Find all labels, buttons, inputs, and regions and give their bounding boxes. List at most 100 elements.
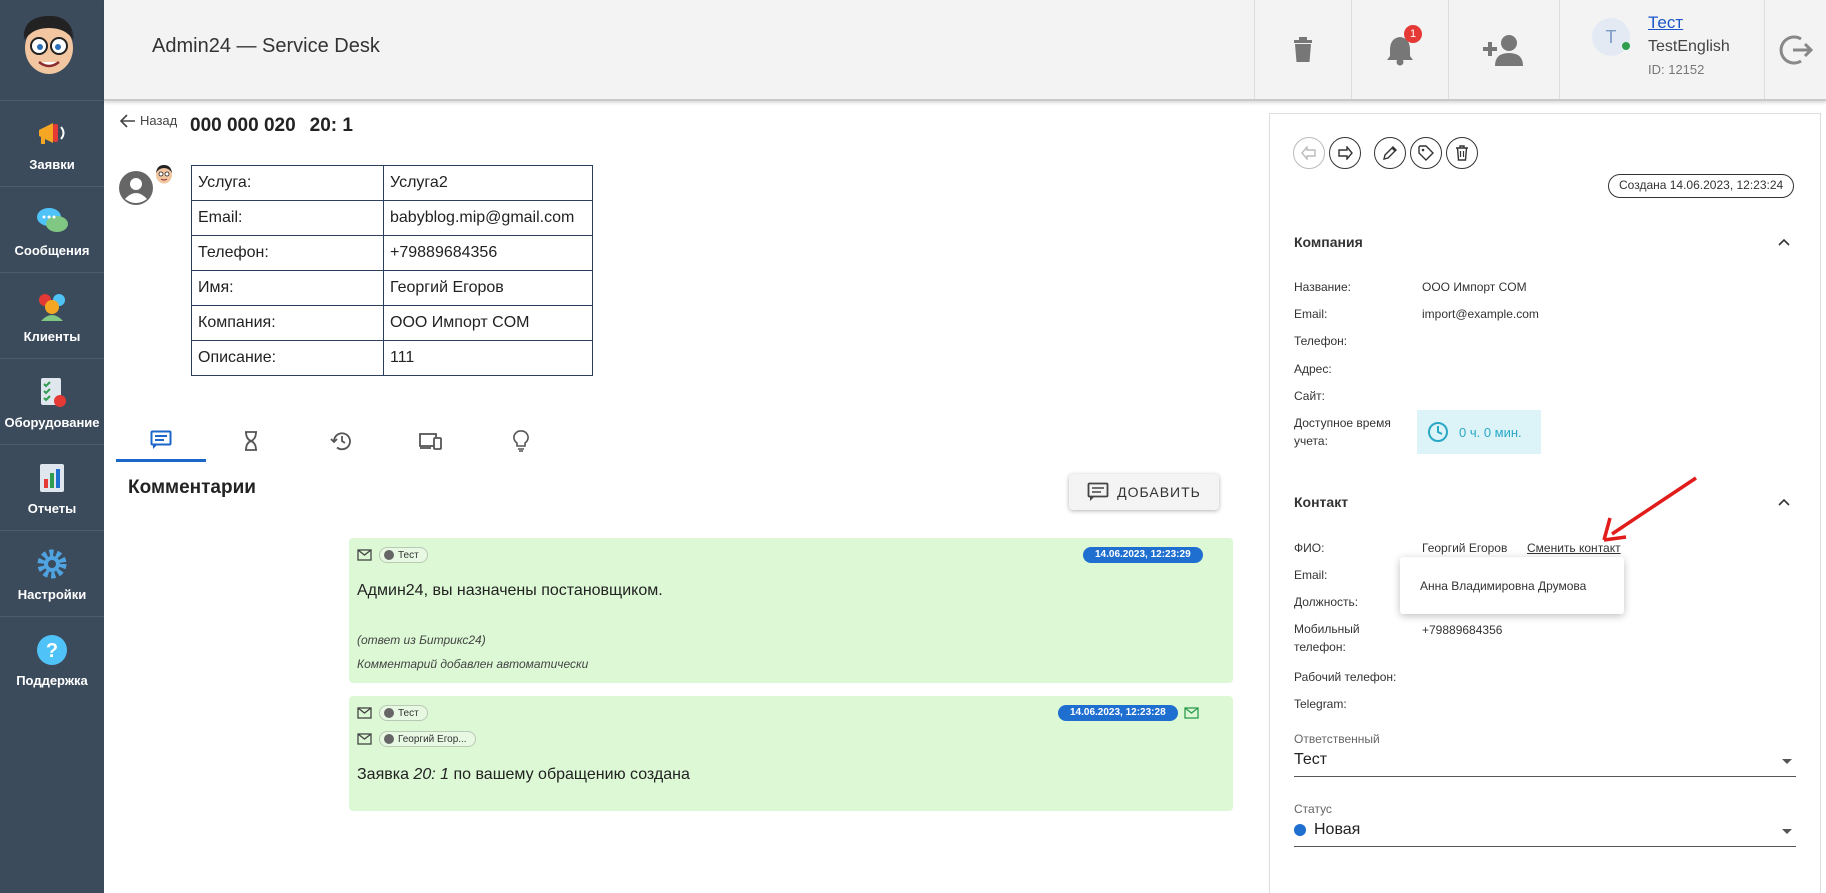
tag-button[interactable] <box>1410 137 1442 169</box>
company-section-title: Компания <box>1294 234 1363 250</box>
sidebar-item-settings[interactable]: Настройки <box>0 530 104 616</box>
field-value: Услуга2 <box>383 165 593 201</box>
sidebar-item-label: Отчеты <box>27 501 77 516</box>
contact-fio-label: ФИО: <box>1294 541 1325 555</box>
chevron-up-icon[interactable] <box>1777 495 1791 509</box>
field-value: Георгий Егоров <box>383 270 593 306</box>
comment-author-line: Тест <box>357 705 428 721</box>
gear-icon <box>37 549 67 579</box>
edit-button[interactable] <box>1374 137 1406 169</box>
user-id: ID: 12152 <box>1648 62 1705 77</box>
chevron-up-icon[interactable] <box>1777 235 1791 249</box>
assignee-avatar-icon <box>156 165 172 184</box>
ticket-info-table: Услуга: Услуга2 Email: babyblog.mip@gmail.… <box>191 165 593 376</box>
status-dot-icon <box>1294 824 1306 836</box>
sidebar-item-support[interactable]: ? Поддержка <box>0 616 104 702</box>
dropdown-item-contact[interactable]: Анна Владимировна Друмова <box>1420 579 1586 593</box>
clients-icon <box>39 294 65 321</box>
svg-text:?: ? <box>46 640 58 662</box>
table-row: Описание: 111 <box>191 340 593 376</box>
add-comment-label: ДОБАВИТЬ <box>1117 484 1201 500</box>
company-name-label: Название: <box>1294 280 1351 294</box>
comment-text-suffix: по вашему обращению создана <box>449 766 690 783</box>
notification-badge: 1 <box>1404 25 1422 43</box>
back-link[interactable]: Назад <box>120 113 177 128</box>
sidebar: Заявки Сообщения Клиенты Оборудование От… <box>0 0 104 893</box>
status-select[interactable]: Новая <box>1294 819 1796 847</box>
app-title: Admin24 — Service Desk <box>152 35 380 57</box>
comment-add-icon <box>1087 482 1109 501</box>
hourglass-icon <box>245 431 257 451</box>
dropdown-arrow-icon <box>1782 759 1792 764</box>
recipient-chip: Георгий Егор... <box>379 731 476 747</box>
responsible-select[interactable]: Тест <box>1294 749 1796 777</box>
notifications-button[interactable]: 1 <box>1351 0 1448 99</box>
field-key: Компания: <box>191 305 384 341</box>
sidebar-item-equipment[interactable]: Оборудование <box>0 358 104 444</box>
logo-avatar-icon[interactable] <box>16 10 82 78</box>
field-value: 111 <box>383 340 593 376</box>
user-name-link[interactable]: Тест <box>1648 13 1683 33</box>
tab-devices[interactable] <box>386 420 476 462</box>
company-site-label: Сайт: <box>1294 389 1326 403</box>
add-comment-button[interactable]: ДОБАВИТЬ <box>1069 474 1219 510</box>
comment-text: Заявка 20: 1 по вашему обращению создана <box>357 766 690 784</box>
tab-comments[interactable] <box>116 420 206 462</box>
mail-sent-icon <box>1184 707 1199 719</box>
sidebar-item-messages[interactable]: Сообщения <box>0 186 104 272</box>
contact-telegram-label: Telegram: <box>1294 697 1347 711</box>
sidebar-item-reports[interactable]: Отчеты <box>0 444 104 530</box>
back-label: Назад <box>140 113 178 128</box>
field-value: babyblog.mip@gmail.com <box>383 200 593 236</box>
dropdown-arrow-icon <box>1782 829 1792 834</box>
clock-icon <box>1428 422 1448 442</box>
sidebar-item-clients[interactable]: Клиенты <box>0 272 104 358</box>
add-user-button[interactable] <box>1448 0 1559 99</box>
status-label: Статус <box>1294 802 1332 816</box>
user-login: TestEnglish <box>1648 38 1730 55</box>
table-row: Email: babyblog.mip@gmail.com <box>191 200 593 236</box>
pencil-icon <box>1383 146 1397 160</box>
sidebar-item-tickets[interactable]: Заявки <box>0 100 104 186</box>
tab-history[interactable] <box>296 420 386 462</box>
company-phone-label: Телефон: <box>1294 334 1348 348</box>
online-status-dot <box>1622 42 1630 50</box>
delete-button[interactable] <box>1446 137 1478 169</box>
comment-text: Админ24, вы назначены постановщиком. <box>357 582 663 599</box>
trash-button[interactable] <box>1254 0 1351 99</box>
contact-section-title: Контакт <box>1294 494 1349 510</box>
available-time-value: 0 ч. 0 мин. <box>1459 424 1522 440</box>
comment-date-badge: 14.06.2023, 12:23:28 <box>1058 705 1178 721</box>
contact-work-phone-label: Рабочий телефон: <box>1294 670 1397 684</box>
trash-icon <box>1294 36 1312 62</box>
checklist-icon <box>41 378 66 407</box>
user-circle-icon <box>384 708 394 718</box>
comment-icon <box>150 430 172 449</box>
tab-time[interactable] <box>206 420 296 462</box>
mail-forward-icon <box>357 733 372 745</box>
comment-auto-note: Комментарий добавлен автоматически <box>357 657 589 671</box>
company-email: import@example.com <box>1422 307 1539 321</box>
field-key: Описание: <box>191 340 384 376</box>
field-value: ООО Импорт COM <box>383 305 593 341</box>
reply-button[interactable] <box>1293 137 1325 169</box>
mail-forward-icon <box>357 707 372 719</box>
ticket-title: 000 000 020 20: 1 <box>190 115 367 137</box>
comment-author-line: Тест <box>357 547 428 563</box>
field-key: Услуга: <box>191 165 384 201</box>
responsible-label: Ответственный <box>1294 732 1380 746</box>
logout-button[interactable] <box>1765 0 1826 99</box>
comment-recipient-line: Георгий Егор... <box>357 731 476 747</box>
author-chip: Тест <box>379 547 428 563</box>
comment-source-note: (ответ из Битрикс24) <box>357 633 486 647</box>
recipient-name: Георгий Егор... <box>398 733 467 745</box>
field-key: Email: <box>191 200 384 236</box>
comment-date-badge: 14.06.2023, 12:23:29 <box>1083 547 1203 563</box>
table-row: Телефон: +79889684356 <box>191 235 593 271</box>
contact-mobile-label: Мобильный телефон: <box>1294 622 1360 654</box>
table-row: Услуга: Услуга2 <box>191 165 593 201</box>
forward-button[interactable] <box>1329 137 1361 169</box>
tab-ideas[interactable] <box>476 420 566 462</box>
sidebar-item-label: Оборудование <box>4 415 100 430</box>
user-avatar[interactable]: T <box>1592 18 1630 56</box>
